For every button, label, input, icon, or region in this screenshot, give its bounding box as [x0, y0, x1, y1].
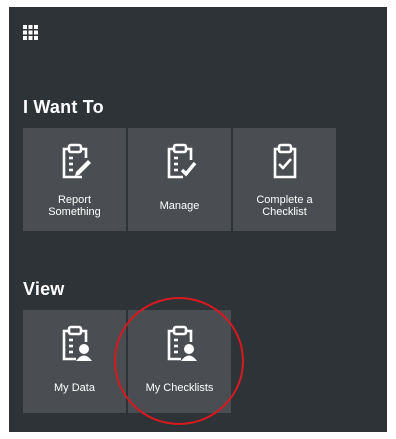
section-title-view: View: [23, 279, 65, 299]
clipboard-check-icon: [167, 143, 196, 179]
tile-report-something[interactable]: Report Something: [23, 128, 126, 231]
tile-label-line1: Complete a: [256, 194, 313, 206]
annotation-circle: [114, 297, 244, 425]
tile-label: Manage: [159, 200, 200, 212]
grid-icon[interactable]: [23, 25, 38, 40]
tile-label-line2: Something: [48, 206, 101, 218]
tile-my-data[interactable]: My Data: [23, 310, 126, 413]
section-title-i-want-to: I Want To: [23, 97, 104, 117]
checklist-icon: [273, 143, 296, 179]
tile-label-line2: Checklist: [262, 206, 307, 218]
clipboard-user-icon: [62, 325, 92, 361]
tile-complete-checklist[interactable]: Complete a Checklist: [233, 128, 336, 231]
tile-label-line1: Report: [57, 194, 92, 206]
tile-label: My Data: [54, 382, 95, 394]
tile-manage[interactable]: Manage: [128, 128, 231, 231]
clipboard-pencil-icon: [62, 143, 91, 179]
